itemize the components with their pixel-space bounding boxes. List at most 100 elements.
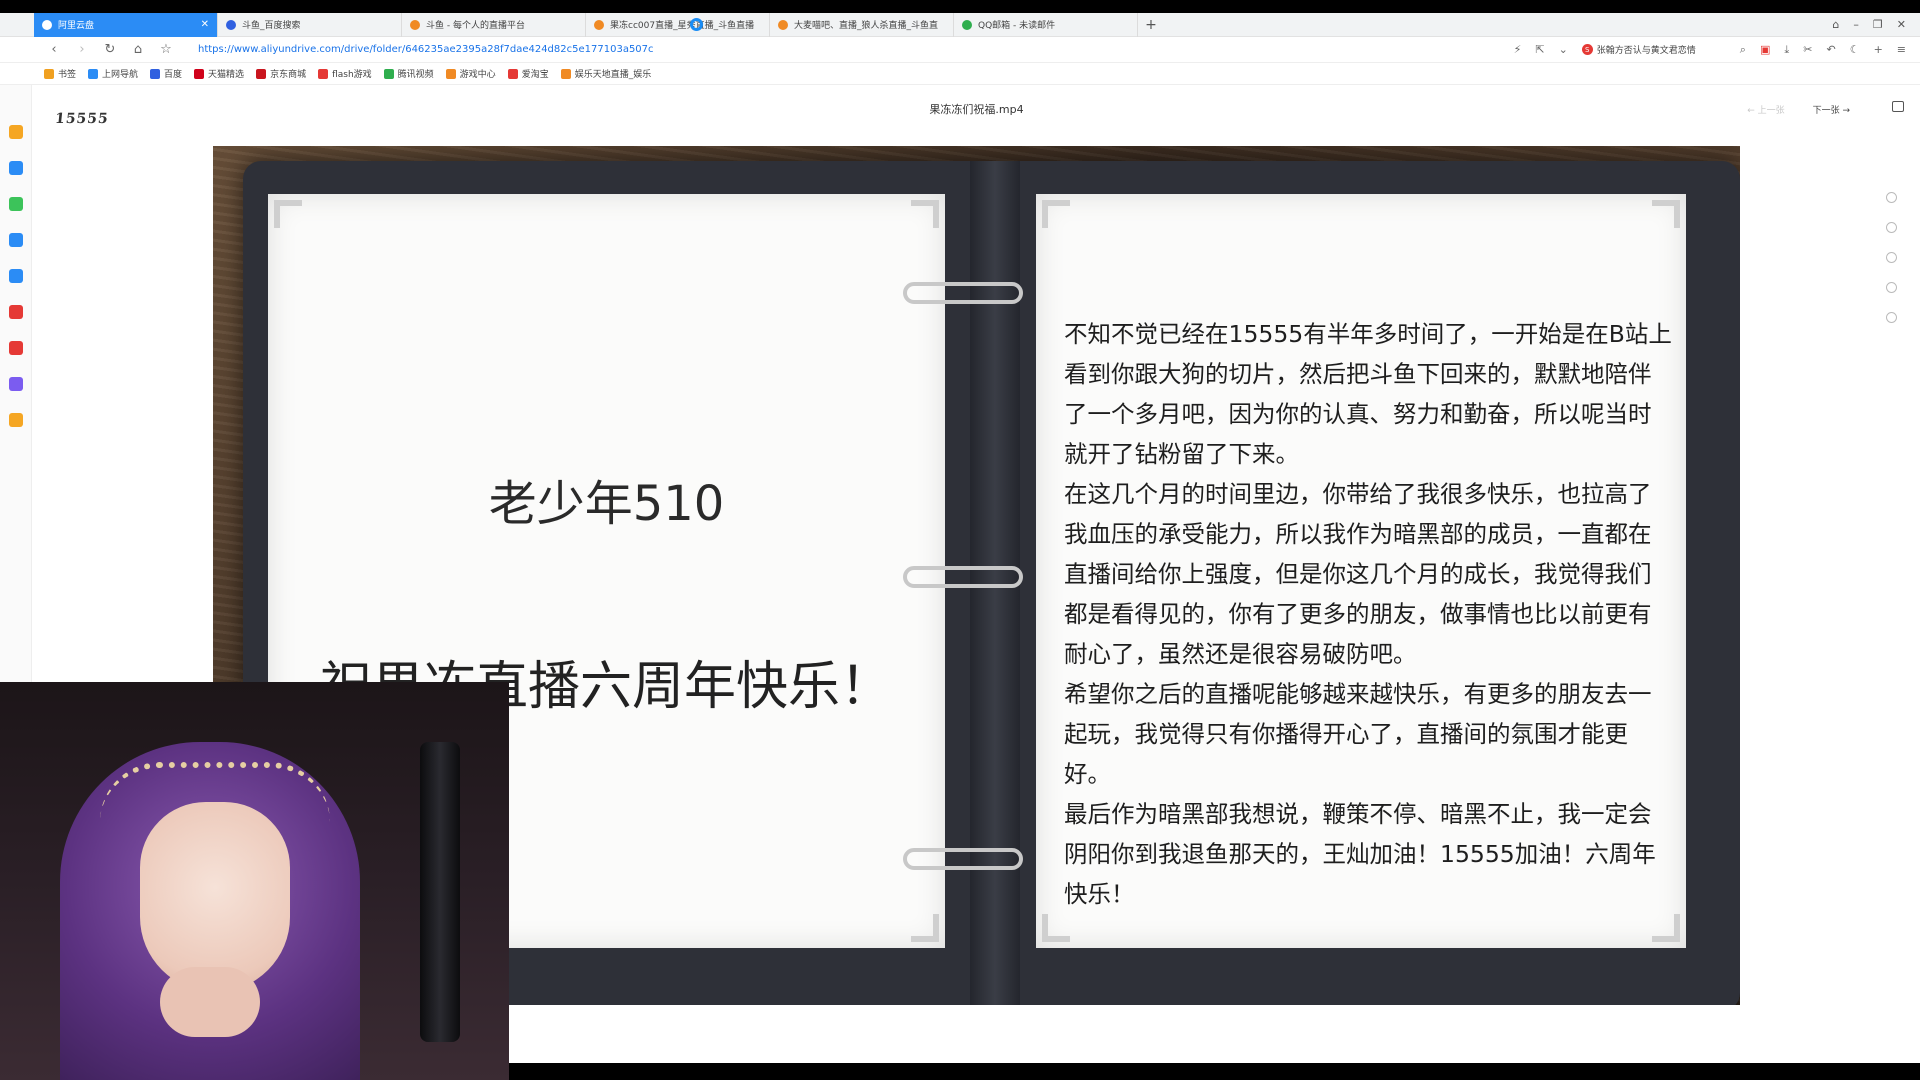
tab-favicon-icon [410, 19, 420, 30]
prev-button[interactable]: ← 上一张 [1747, 103, 1784, 116]
new-tab-button[interactable]: + [1138, 17, 1164, 33]
left-sidebar [0, 85, 32, 685]
tab-favicon-icon [962, 19, 972, 30]
browser-tab[interactable]: 阿里云盘 ✕ [34, 12, 218, 37]
favorite-icon[interactable] [1886, 252, 1897, 263]
browser-tab[interactable]: 斗鱼 - 每个人的直播平台 [402, 12, 586, 37]
sender-name: 老少年510 [488, 476, 725, 532]
undo-icon[interactable]: ↶ [1826, 43, 1835, 56]
forward-icon[interactable]: › [68, 42, 96, 57]
night-mode-icon[interactable]: ☾ [1850, 43, 1860, 56]
bookmark-item[interactable]: 上网导航 [88, 67, 138, 80]
panel-toggle-icon[interactable] [1892, 101, 1904, 112]
bookmark-favicon-icon [560, 68, 571, 79]
bookmark-favicon-icon [445, 68, 456, 79]
bookmark-favicon-icon [507, 68, 518, 79]
bookmark-item[interactable]: 腾讯视频 [383, 67, 434, 80]
clock-icon[interactable] [9, 161, 23, 175]
refresh-icon[interactable]: ↻ [96, 42, 124, 57]
next-button[interactable]: 下一张 → [1813, 103, 1850, 116]
lightning-icon[interactable]: ⚡ [1514, 43, 1522, 56]
restore-icon[interactable]: ❐ [1873, 18, 1883, 31]
bookmark-item[interactable]: 爱淘宝 [507, 67, 549, 80]
url-field[interactable]: https://www.aliyundrive.com/drive/folder… [198, 44, 654, 55]
tab-favicon-icon [778, 19, 788, 30]
shirt-icon[interactable]: ⌂ [1832, 18, 1839, 31]
share-icon[interactable] [1886, 222, 1897, 233]
back-icon[interactable]: ‹ [40, 42, 68, 57]
pdf-icon[interactable] [9, 341, 23, 355]
tab-favicon-icon [594, 19, 604, 30]
bookmark-label: flash游戏 [332, 70, 372, 80]
tab-close-icon[interactable]: ✕ [201, 19, 209, 30]
bookmarks-bar: 书签 上网导航 百度 天猫精选 京东商城 flash游戏 腾讯视频 游戏中心 爱淘宝 娱乐天地直播… [0, 63, 1920, 85]
bookmark-label: 京东商城 [270, 70, 307, 80]
bookmark-item[interactable]: 百度 [150, 67, 182, 80]
star-icon[interactable] [9, 125, 23, 139]
download-icon[interactable] [1886, 192, 1897, 203]
bookmark-item[interactable]: 游戏中心 [445, 67, 496, 80]
info-icon[interactable] [1886, 282, 1897, 293]
bookmark-favicon-icon [150, 68, 161, 79]
tab-favicon-icon [226, 19, 236, 30]
webcam-hand [160, 967, 260, 1037]
game-icon[interactable] [9, 269, 23, 283]
bookmark-label: 游戏中心 [459, 70, 496, 80]
search-engine-icon: S [1581, 44, 1593, 55]
menu-icon[interactable]: ≡ [1897, 43, 1906, 56]
tab-favicon-icon [42, 19, 52, 30]
extension-icon[interactable]: ▣ [1760, 43, 1770, 56]
cut-icon[interactable]: ✂ [1803, 43, 1812, 56]
message-paragraph: 最后作为暗黑部我想说，鞭策不停、暗黑不止，我一定会阴阳你到我退鱼那天的，王灿加油… [1064, 800, 1656, 908]
tab-label: 阿里云盘 [58, 21, 95, 31]
browser-logo-icon[interactable] [0, 13, 703, 37]
bookmark-favicon-icon [194, 68, 205, 79]
bookmark-star-icon[interactable]: ☆ [152, 42, 180, 57]
bookmark-favicon-icon [383, 68, 394, 79]
webcam-background-object [420, 742, 460, 1042]
browser-tab[interactable]: 果冻cc007直播_星秀直播_斗鱼直播 [586, 12, 770, 37]
tab-label: QQ邮箱 - 未读邮件 [978, 21, 1056, 31]
binder-ring [903, 848, 1023, 870]
right-toolbar [1886, 192, 1906, 342]
bookmark-item[interactable]: flash游戏 [318, 67, 372, 80]
bookmark-item[interactable]: 京东商城 [256, 67, 306, 80]
bookmark-favicon-icon [44, 68, 54, 79]
message-paragraph: 希望你之后的直播呢能够越来越快乐，有更多的朋友去一起玩，我觉得只有你播得开心了，… [1064, 680, 1652, 788]
bookmark-item[interactable]: 娱乐天地直播_娱乐 [560, 67, 652, 80]
browser-tab[interactable]: 斗鱼_百度搜索 [218, 12, 402, 37]
bookmark-label: 腾讯视频 [397, 70, 434, 80]
chat-icon[interactable] [9, 197, 23, 211]
message-paragraph: 在这几个月的时间里边，你带给了我很多快乐，也拉高了我血压的承受能力，所以我作为暗… [1064, 480, 1652, 668]
bottom-black-strip [509, 1063, 1920, 1080]
browser-tab[interactable]: QQ邮箱 - 未读邮件 [954, 12, 1138, 37]
share-icon[interactable]: ⇱ [1535, 43, 1544, 56]
browser-tab[interactable]: 大麦喵吧、直播_狼人杀直播_斗鱼直 [770, 12, 954, 37]
bookmark-item[interactable]: 书签 [44, 67, 76, 80]
file-title: 果冻冻们祝福.mp4 [929, 103, 1024, 116]
bookmark-label: 娱乐天地直播_娱乐 [574, 70, 652, 80]
bookmark-item[interactable]: 天猫精选 [194, 67, 244, 80]
address-bar: ‹ › ↻ ⌂ ☆ https://www.aliyundrive.com/dr… [0, 37, 1920, 63]
edit-icon[interactable] [9, 377, 23, 391]
tab-label: 斗鱼 - 每个人的直播平台 [426, 21, 525, 31]
message-paragraph: 不知不觉已经在15555有半年多时间了，一开始是在B站上看到你跟大狗的切片，然后… [1064, 320, 1672, 468]
download-icon[interactable]: ⤓ [1784, 43, 1789, 57]
binder-ring [903, 566, 1023, 588]
home-icon[interactable]: ⌂ [124, 42, 152, 57]
chevron-down-icon[interactable]: ⌄ [1559, 43, 1568, 56]
search-icon[interactable]: ⌕ [1740, 43, 1746, 57]
browser-tab-bar: 阿里云盘 ✕ 斗鱼_百度搜索 斗鱼 - 每个人的直播平台 果冻cc007直播_星秀直播_… [0, 12, 1920, 37]
search-suggestion[interactable]: S 张翰方否认与黄文君恋情 [1581, 43, 1696, 56]
plane-icon[interactable] [9, 233, 23, 247]
camera-icon[interactable] [9, 305, 23, 319]
bookmark-favicon-icon [318, 68, 329, 79]
more-icon[interactable] [1886, 312, 1897, 323]
minimize-icon[interactable]: – [1853, 18, 1859, 31]
bookmark-label: 爱淘宝 [521, 70, 549, 80]
search-icon[interactable] [9, 413, 23, 427]
bookmark-label: 天猫精选 [208, 70, 245, 80]
close-window-icon[interactable]: ✕ [1897, 18, 1906, 31]
webcam-overlay [0, 682, 509, 1080]
add-icon[interactable]: + [1874, 43, 1883, 56]
